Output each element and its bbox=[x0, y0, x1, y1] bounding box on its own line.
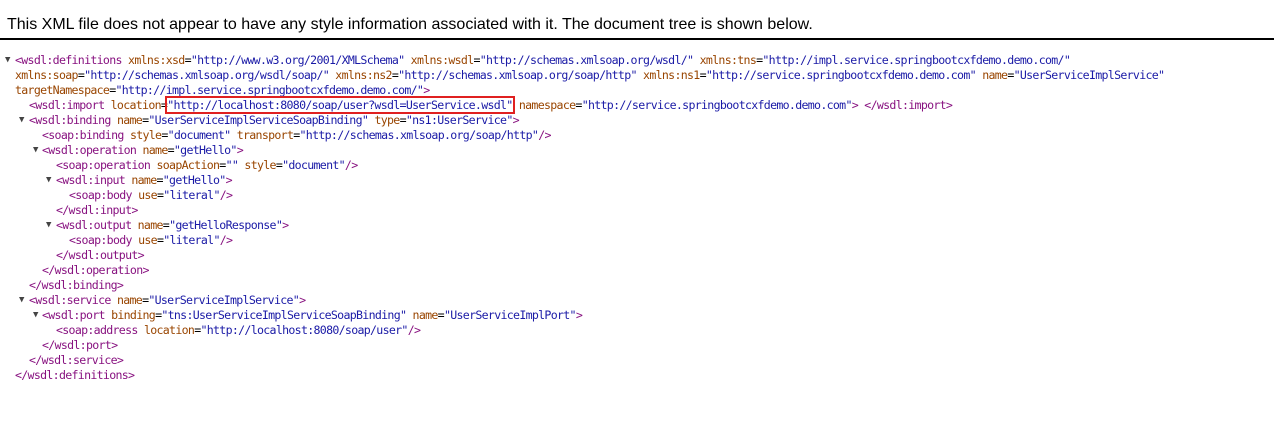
binding-tag: wsdl:binding bbox=[35, 113, 111, 127]
xml-line: ▼ <wsdl:binding name="UserServiceImplSer… bbox=[19, 113, 520, 128]
xml-viewer-header: This XML file does not appear to have an… bbox=[0, 0, 1274, 40]
collapse-triangle-icon[interactable]: ▼ bbox=[33, 308, 38, 323]
operation-tag: wsdl:operation bbox=[48, 143, 137, 157]
collapse-triangle-icon[interactable]: ▼ bbox=[46, 218, 51, 233]
xml-line: </wsdl:operation> bbox=[42, 263, 149, 277]
collapse-triangle-icon[interactable]: ▼ bbox=[46, 173, 51, 188]
collapse-triangle-icon[interactable]: ▼ bbox=[19, 293, 24, 308]
xml-line: ▼ <wsdl:service name="UserServiceImplSer… bbox=[19, 293, 306, 308]
collapse-triangle-icon[interactable]: ▼ bbox=[5, 53, 10, 68]
xml-line: ▼ <wsdl:input name="getHello"> bbox=[46, 173, 233, 188]
xml-line: ▼ <wsdl:operation name="getHello"> bbox=[33, 143, 244, 158]
xml-line: <soap:operation soapAction="" style="doc… bbox=[56, 158, 358, 172]
xml-line: <soap:address location="http://localhost… bbox=[56, 323, 421, 337]
service-tag: wsdl:service bbox=[35, 293, 111, 307]
collapse-triangle-icon[interactable]: ▼ bbox=[19, 113, 24, 128]
xml-line: <wsdl:import location="http://localhost:… bbox=[29, 96, 953, 114]
definitions-tag: wsdl:definitions bbox=[21, 53, 122, 67]
import-tag: wsdl:import bbox=[35, 98, 105, 112]
collapse-triangle-icon[interactable]: ▼ bbox=[33, 143, 38, 158]
xml-line: ▼ <wsdl:port binding="tns:UserServiceImp… bbox=[33, 308, 583, 323]
xml-line: xmlns:soap="http://schemas.xmlsoap.org/w… bbox=[15, 68, 1165, 82]
xml-line: </wsdl:output> bbox=[56, 248, 145, 262]
no-style-message: This XML file does not appear to have an… bbox=[7, 16, 813, 33]
xml-line: <soap:body use="literal"/> bbox=[69, 188, 233, 202]
xml-line: ▼ <wsdl:output name="getHelloResponse"> bbox=[46, 218, 289, 233]
xml-line: </wsdl:service> bbox=[29, 353, 124, 367]
xml-document-tree: ▼ <wsdl:definitions xmlns:xsd="http://ww… bbox=[0, 53, 1274, 383]
xml-line: <soap:binding style="document" transport… bbox=[42, 128, 551, 142]
xml-line: </wsdl:input> bbox=[56, 203, 138, 217]
xml-line: targetNamespace="http://impl.service.spr… bbox=[15, 83, 430, 97]
xml-line: <soap:body use="literal"/> bbox=[69, 233, 233, 247]
xml-line: </wsdl:port> bbox=[42, 338, 118, 352]
xml-line: </wsdl:definitions> bbox=[15, 368, 135, 382]
xml-line: ▼ <wsdl:definitions xmlns:xsd="http://ww… bbox=[5, 53, 1071, 68]
xml-line: </wsdl:binding> bbox=[29, 278, 124, 292]
import-location-highlight[interactable]: "http://localhost:8080/soap/user?wsdl=Us… bbox=[165, 96, 515, 114]
